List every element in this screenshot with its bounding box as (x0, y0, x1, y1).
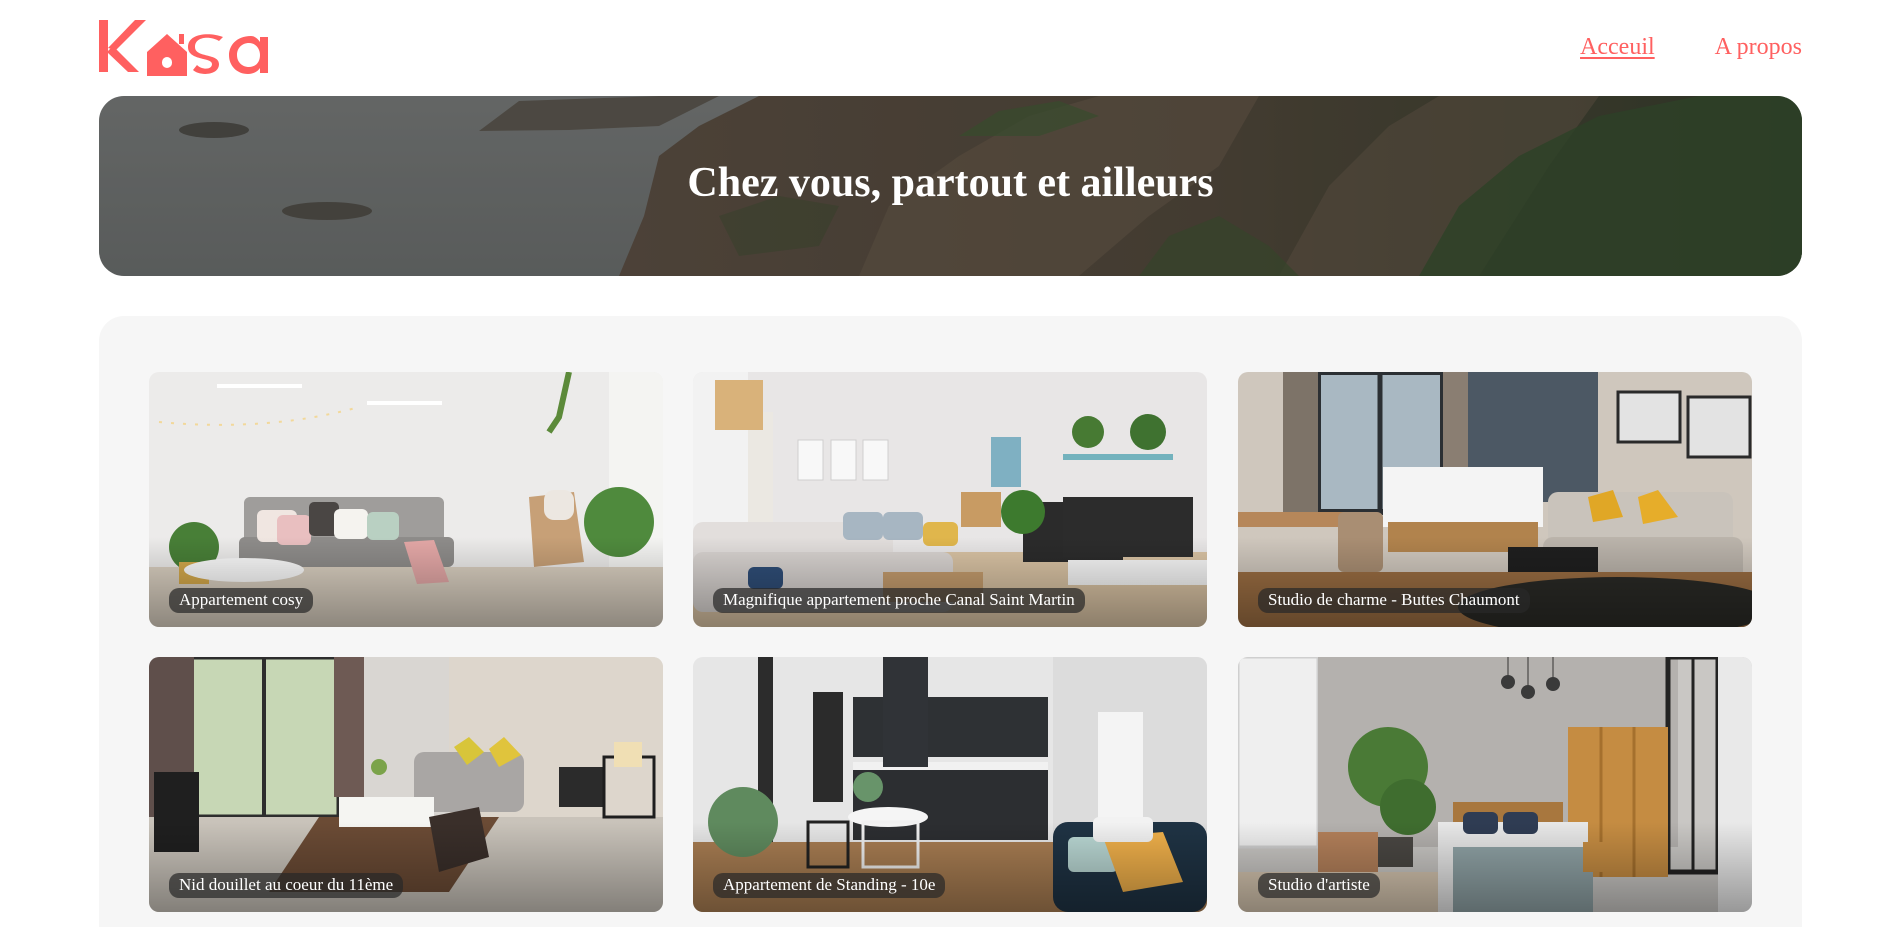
kasa-logo[interactable] (99, 16, 281, 76)
nav-link-accueil[interactable]: Acceuil (1580, 34, 1655, 61)
main-nav: Acceuil A propos (1580, 34, 1802, 61)
listing-card[interactable]: Studio de charme - Buttes Chaumont (1238, 372, 1752, 627)
page: Acceuil A propos Chez vous, partout et a… (0, 0, 1895, 927)
card-shade (1238, 822, 1752, 912)
banner-title: Chez vous, partout et ailleurs (687, 160, 1214, 206)
listing-title: Magnifique appartement proche Canal Sain… (713, 588, 1085, 613)
site-header: Acceuil A propos (99, 14, 1802, 78)
listing-title: Studio d'artiste (1258, 873, 1380, 898)
listing-card[interactable]: Magnifique appartement proche Canal Sain… (693, 372, 1207, 627)
listing-card[interactable]: Appartement cosy (149, 372, 663, 627)
listing-card[interactable]: Appartement de Standing - 10e (693, 657, 1207, 912)
listing-card[interactable]: Studio d'artiste (1238, 657, 1752, 912)
listing-title: Appartement cosy (169, 588, 314, 613)
nav-link-a-propos[interactable]: A propos (1715, 34, 1802, 61)
listing-title: Studio de charme - Buttes Chaumont (1258, 588, 1530, 613)
listings-gallery: Appartement cosy Magnifique appartement … (99, 316, 1802, 927)
card-shade (149, 822, 663, 912)
card-shade (693, 537, 1207, 627)
card-shade (1238, 537, 1752, 627)
card-shade (693, 822, 1207, 912)
listing-title: Nid douillet au coeur du 11ème (169, 873, 404, 898)
card-shade (149, 537, 663, 627)
listing-card[interactable]: Nid douillet au coeur du 11ème (149, 657, 663, 912)
hero-banner: Chez vous, partout et ailleurs (99, 96, 1802, 276)
listing-title: Appartement de Standing - 10e (713, 873, 946, 898)
